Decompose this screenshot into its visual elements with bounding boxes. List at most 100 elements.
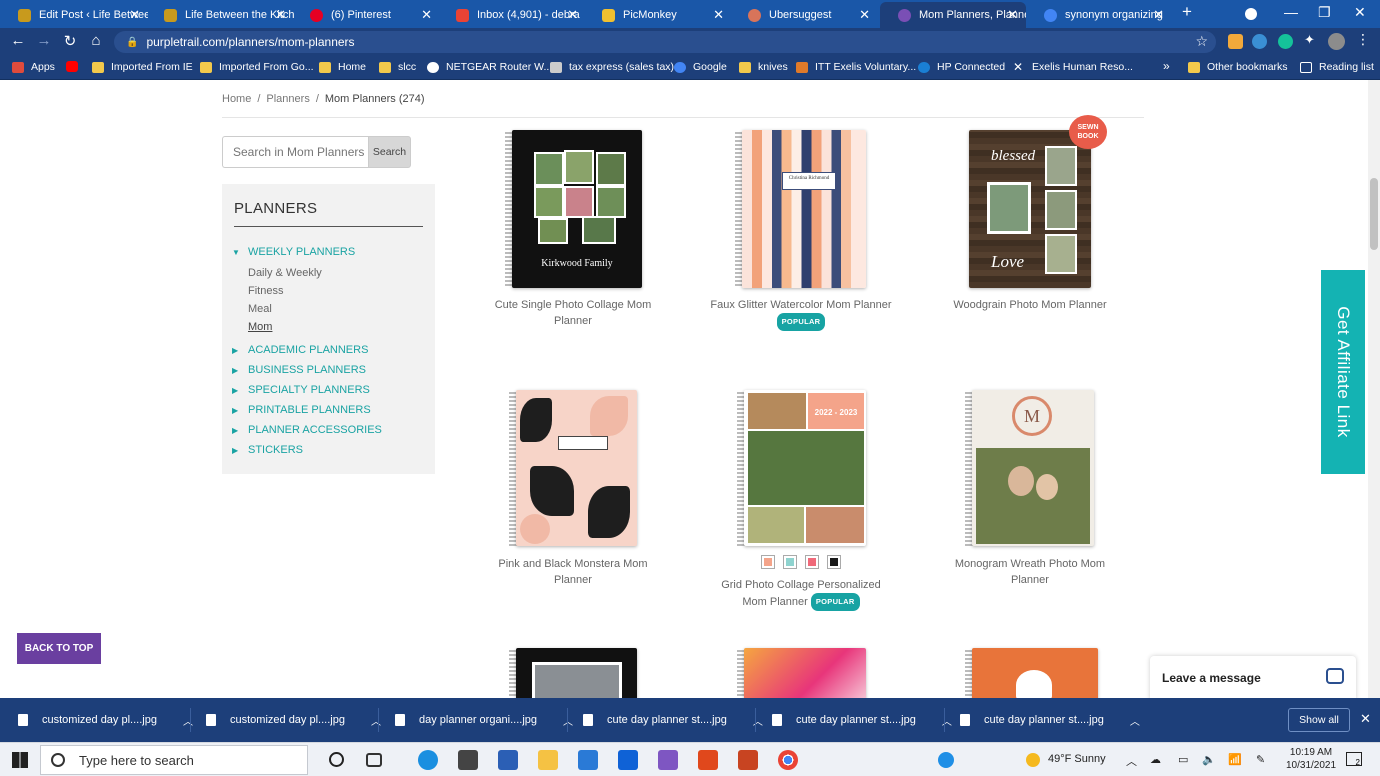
forward-arrow-icon[interactable]: →: [34, 32, 54, 49]
sidebar-subitem-daily-weekly[interactable]: Daily & Weekly: [248, 267, 322, 279]
planner-cover-image[interactable]: Christina Richmond: [742, 130, 866, 288]
sidebar-item-weekly-planners[interactable]: ▼ WEEKLY PLANNERS: [232, 246, 355, 258]
bookmark-exelis[interactable]: ✕ Exelis Human Reso...: [1013, 61, 1133, 74]
task-view-icon[interactable]: [366, 753, 382, 767]
chevron-up-icon[interactable]: ︿: [1130, 713, 1140, 728]
scrollbar-thumb[interactable]: [1370, 178, 1378, 250]
tray-chevron-up-icon[interactable]: ︿: [1126, 753, 1137, 769]
word-icon[interactable]: [498, 750, 518, 770]
browser-tab[interactable]: Edit Post ‹ Life Between ✕: [0, 2, 148, 28]
browser-tab[interactable]: PicMonkey ✕: [584, 2, 732, 28]
planner-cover-image[interactable]: [516, 648, 637, 698]
browser-tab-active[interactable]: Mom Planners, Planne ✕: [880, 2, 1026, 28]
product-name[interactable]: Cute Single Photo Collage Mom Planner: [482, 297, 664, 329]
reload-icon[interactable]: ↻: [60, 32, 80, 50]
bookmark-star-icon[interactable]: ☆: [1195, 33, 1208, 50]
tab-close-icon[interactable]: ✕: [421, 7, 432, 23]
bookmark-apps[interactable]: Apps: [12, 61, 55, 73]
tab-close-icon[interactable]: ✕: [859, 7, 870, 23]
planner-cover-image[interactable]: [516, 390, 637, 546]
minimize-icon[interactable]: —: [1284, 4, 1298, 20]
sidebar-item-business[interactable]: ▶ BUSINESS PLANNERS: [232, 364, 366, 376]
profile-avatar[interactable]: [1328, 33, 1345, 50]
extension-icon[interactable]: [1228, 34, 1243, 49]
bookmark-folder[interactable]: Imported From IE: [92, 61, 193, 73]
color-swatch-aqua[interactable]: [783, 555, 797, 569]
search-input[interactable]: [222, 136, 368, 168]
tab-close-icon[interactable]: ✕: [567, 7, 578, 23]
grammarly-icon[interactable]: [1278, 34, 1293, 49]
breadcrumb-planners[interactable]: Planners: [266, 93, 309, 105]
new-tab-button[interactable]: +: [1182, 2, 1192, 22]
tab-close-icon[interactable]: ✕: [1153, 7, 1164, 23]
volume-icon[interactable]: 🔈: [1202, 753, 1216, 766]
bookmark-folder[interactable]: Home: [319, 61, 366, 73]
system-clock[interactable]: 10:19 AM 10/31/2021: [1286, 746, 1336, 772]
notification-icon[interactable]: 2: [1346, 752, 1362, 767]
breadcrumb-home[interactable]: Home: [222, 93, 251, 105]
help-icon[interactable]: [938, 752, 954, 768]
profile-dropdown-icon[interactable]: [1245, 8, 1257, 20]
search-button[interactable]: Search: [368, 136, 411, 168]
extension-icon[interactable]: [1252, 34, 1267, 49]
powerpoint-icon[interactable]: [738, 750, 758, 770]
bookmark-folder[interactable]: knives: [739, 61, 788, 73]
sidebar-item-accessories[interactable]: ▶ PLANNER ACCESSORIES: [232, 424, 382, 436]
bookmark-google[interactable]: Google: [674, 61, 727, 73]
browser-tab[interactable]: (6) Pinterest ✕: [292, 2, 440, 28]
address-bar[interactable]: 🔒 purpletrail.com/planners/mom-planners …: [114, 31, 1216, 53]
browser-tab[interactable]: Inbox (4,901) - debra ✕: [438, 2, 586, 28]
sidebar-item-specialty[interactable]: ▶ SPECIALTY PLANNERS: [232, 384, 370, 396]
chevron-up-icon[interactable]: ︿: [371, 713, 381, 728]
download-item[interactable]: customized day pl....jpg ︿: [206, 698, 381, 742]
product-name[interactable]: Pink and Black Monstera Mom Planner: [482, 556, 664, 588]
planner-cover-image[interactable]: [744, 648, 866, 698]
back-to-top-button[interactable]: BACK TO TOP: [17, 633, 101, 664]
browser-tab[interactable]: Ubersuggest ✕: [730, 2, 878, 28]
browser-menu-icon[interactable]: ⋮: [1356, 31, 1371, 47]
tab-close-icon[interactable]: ✕: [129, 7, 140, 23]
bookmark-hp[interactable]: HP Connected: [918, 61, 1005, 73]
product-name[interactable]: Grid Photo Collage Personalized Mom Plan…: [710, 577, 892, 611]
store-icon[interactable]: [458, 750, 478, 770]
battery-icon[interactable]: ▭: [1178, 753, 1188, 766]
edge-icon[interactable]: [418, 750, 438, 770]
file-explorer-icon[interactable]: [538, 750, 558, 770]
tab-close-icon[interactable]: ✕: [1007, 7, 1018, 23]
browser-tab[interactable]: synonym organizing ✕: [1026, 2, 1172, 28]
windows-start-icon[interactable]: [12, 752, 28, 768]
home-icon[interactable]: ⌂: [86, 32, 106, 49]
product-name[interactable]: Faux Glitter Watercolor Mom Planner POPU…: [710, 297, 892, 331]
bookmark-itt[interactable]: ITT Exelis Voluntary...: [796, 61, 916, 73]
wifi-icon[interactable]: 📶: [1228, 753, 1242, 766]
weather-text[interactable]: 49°F Sunny: [1048, 753, 1106, 765]
bookmark-folder[interactable]: Imported From Go...: [200, 61, 314, 73]
download-item[interactable]: cute day planner st....jpg ︿: [772, 698, 952, 742]
chevron-up-icon[interactable]: ︿: [563, 713, 573, 728]
app-icon[interactable]: [658, 750, 678, 770]
tab-close-icon[interactable]: ✕: [713, 7, 724, 23]
office-icon[interactable]: [698, 750, 718, 770]
bookmarks-overflow-button[interactable]: »: [1163, 59, 1170, 73]
planner-cover-image[interactable]: M: [972, 390, 1094, 546]
pen-icon[interactable]: ✎: [1256, 753, 1265, 766]
color-swatch-black[interactable]: [827, 555, 841, 569]
window-close-icon[interactable]: ✕: [1354, 4, 1366, 21]
color-swatch-coral[interactable]: [805, 555, 819, 569]
chevron-up-icon[interactable]: ︿: [183, 713, 193, 728]
product-name[interactable]: Woodgrain Photo Mom Planner: [939, 297, 1121, 313]
mail-icon[interactable]: [578, 750, 598, 770]
other-bookmarks[interactable]: Other bookmarks: [1188, 61, 1288, 73]
download-item[interactable]: day planner organi....jpg ︿: [395, 698, 573, 742]
dropbox-icon[interactable]: [618, 750, 638, 770]
get-affiliate-link-button[interactable]: Get Affiliate Link: [1321, 270, 1365, 474]
cortana-icon[interactable]: [329, 752, 344, 767]
bookmark-tax[interactable]: tax express (sales tax): [550, 61, 674, 73]
chrome-icon[interactable]: [778, 750, 798, 770]
reading-list[interactable]: Reading list: [1300, 61, 1374, 73]
sidebar-item-stickers[interactable]: ▶ STICKERS: [232, 444, 303, 456]
show-all-downloads-button[interactable]: Show all: [1288, 708, 1350, 732]
sidebar-subitem-mom[interactable]: Mom: [248, 321, 272, 333]
download-item[interactable]: cute day planner st....jpg ︿: [960, 698, 1140, 742]
color-swatch-peach[interactable]: [761, 555, 775, 569]
